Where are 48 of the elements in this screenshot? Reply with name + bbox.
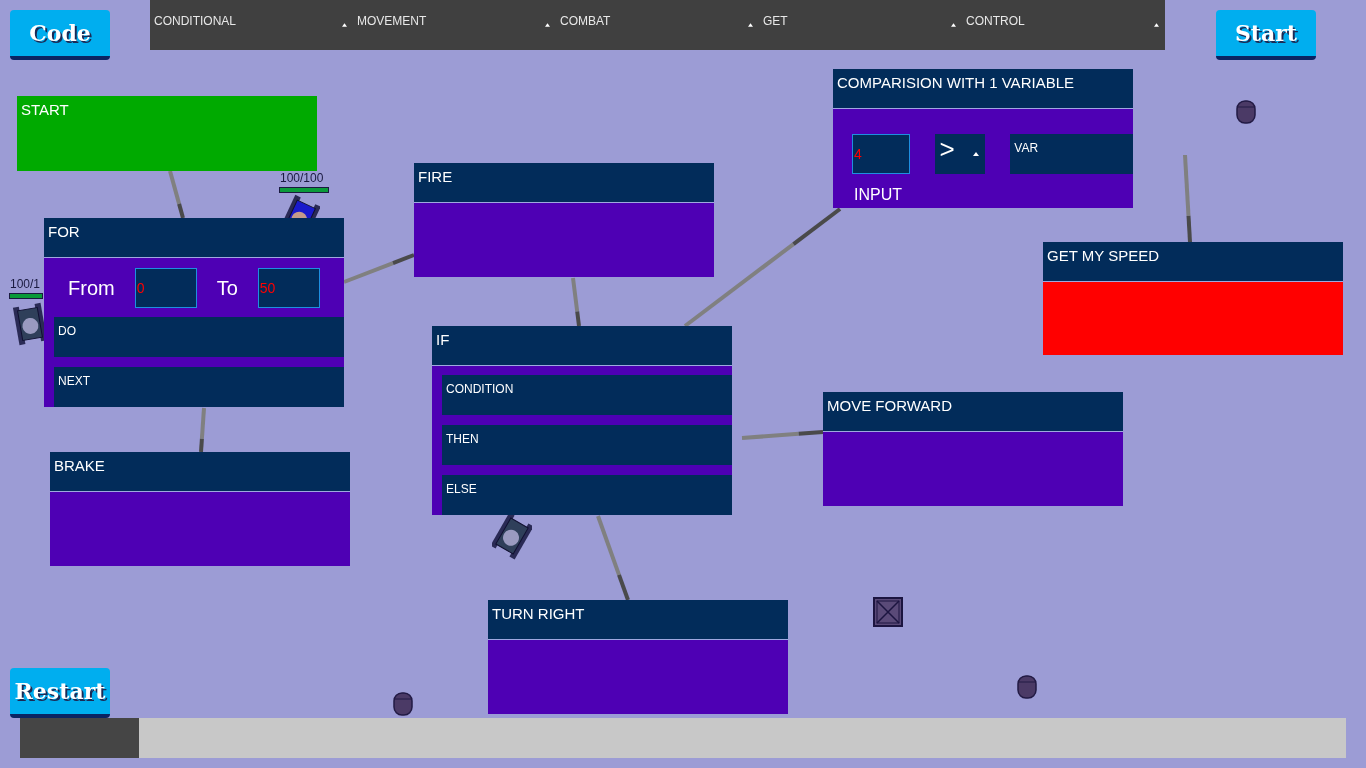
block-header[interactable]: GET MY SPEED [1043, 242, 1343, 282]
caret-icon [1154, 23, 1159, 27]
connector-line [168, 170, 185, 219]
block-slot[interactable]: DO [54, 317, 344, 357]
block-title: TURN RIGHT [491, 604, 586, 624]
block-header[interactable]: COMPARISION WITH 1 VARIABLE [833, 69, 1133, 109]
block-header[interactable]: FIRE [414, 163, 714, 203]
menu-tab[interactable]: CONTROL [962, 0, 1165, 50]
barrel-icon [1017, 675, 1037, 699]
health-text: 100/100 [280, 172, 324, 184]
block-title: FOR [47, 222, 81, 242]
block-header[interactable]: TURN RIGHT [488, 600, 788, 640]
caret-icon [342, 23, 347, 27]
block-title: GET MY SPEED [1046, 246, 1160, 266]
connector-line [199, 407, 206, 453]
operator-dropdown[interactable]: > [935, 134, 986, 174]
block-header[interactable]: BRAKE [50, 452, 350, 492]
block-slot[interactable]: ELSE [442, 475, 732, 515]
block-header[interactable]: IF [432, 326, 732, 366]
field-label: INPUT [853, 185, 902, 205]
block-slot[interactable]: NEXT [54, 367, 344, 407]
field-label: From [68, 276, 115, 301]
block-header[interactable]: FOR [44, 218, 344, 258]
block-title: START [20, 100, 70, 120]
block-title: MOVE FORWARD [826, 396, 953, 416]
menu-tab[interactable]: MOVEMENT [353, 0, 556, 50]
caret-icon [973, 152, 980, 156]
block-title: COMPARISION WITH 1 VARIABLE [836, 73, 1075, 93]
field-label: To [216, 276, 238, 301]
block-title: IF [435, 330, 451, 350]
barrel-icon [1236, 100, 1256, 124]
block-slot[interactable]: CONDITION [442, 375, 732, 415]
menu-tab[interactable]: CONDITIONAL [150, 0, 353, 50]
block-title: BRAKE [53, 456, 106, 476]
connector-line [343, 253, 415, 284]
block-slot[interactable]: THEN [442, 425, 732, 465]
menu-tab[interactable]: GET [759, 0, 962, 50]
block-title: FIRE [417, 167, 454, 187]
caret-icon [545, 23, 550, 27]
barrel-icon [393, 692, 413, 716]
block-header[interactable]: MOVE FORWARD [823, 392, 1123, 432]
health-text: 100/1 [10, 278, 41, 290]
menu-tab[interactable]: COMBAT [556, 0, 759, 50]
block-slot[interactable]: VAR [1010, 134, 1133, 174]
caret-icon [951, 23, 956, 27]
caret-icon [748, 23, 753, 27]
crate-icon [873, 597, 903, 627]
connector-line [571, 277, 581, 327]
